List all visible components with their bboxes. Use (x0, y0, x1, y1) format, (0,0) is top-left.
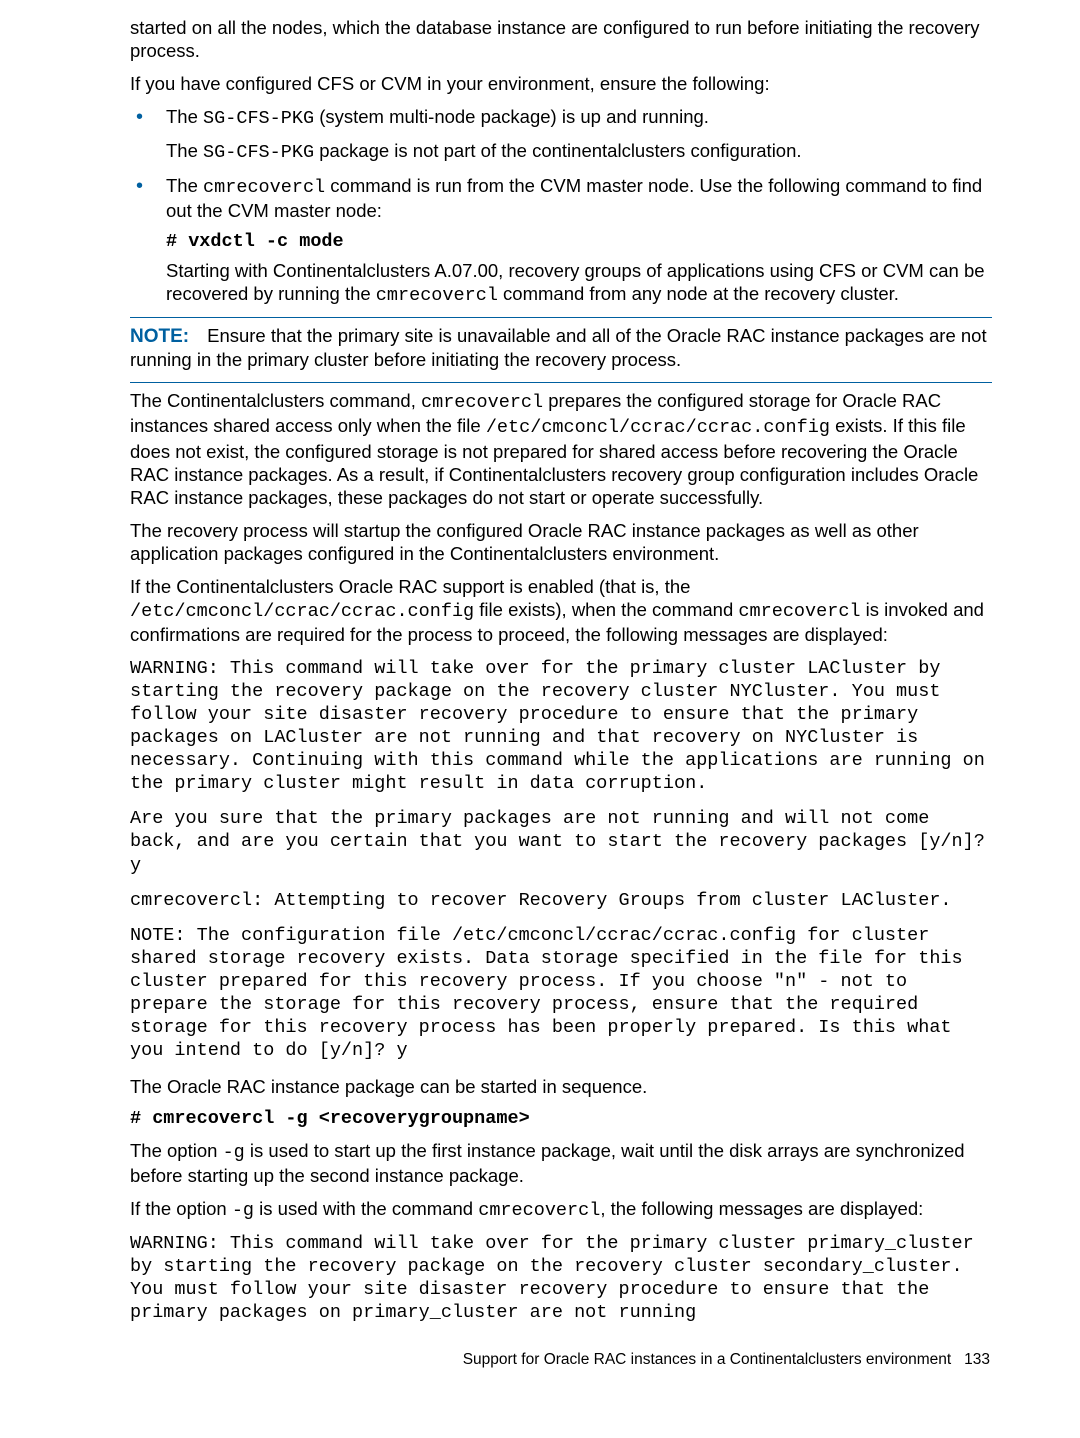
note-block: NOTE:Ensure that the primary site is una… (130, 324, 992, 372)
code-sg-cfs-pkg: SG-CFS-PKG (203, 108, 314, 129)
text: (system multi-node package) is up and ru… (314, 106, 709, 127)
text: is used with the command (254, 1198, 478, 1219)
intro-para-2: If you have configured CFS or CVM in you… (130, 72, 992, 95)
vxdctl-command: # vxdctl -c mode (166, 230, 992, 253)
page-footer: Support for Oracle RAC instances in a Co… (130, 1351, 992, 1369)
text: The (166, 140, 203, 161)
code-cmrecovercl: cmrecovercl (203, 177, 325, 198)
note-label: NOTE: (130, 326, 189, 347)
config-checks-list: The SG-CFS-PKG (system multi-node packag… (130, 105, 992, 307)
option-g-para: The option -g is used to start up the fi… (130, 1139, 992, 1187)
footer-text: Support for Oracle RAC instances in a Co… (463, 1351, 952, 1368)
code-config-path: /etc/cmconcl/ccrac/ccrac.config (130, 601, 474, 622)
bullet-cmrecovercl: The cmrecovercl command is run from the … (130, 174, 992, 308)
output-warning-1: WARNING: This command will take over for… (130, 657, 992, 796)
text: command from any node at the recovery cl… (498, 283, 899, 304)
code-g-option: -g (232, 1200, 254, 1221)
text: The (166, 175, 203, 196)
cmrecovercl-g-command: # cmrecovercl -g <recoverygroupname> (130, 1108, 992, 1129)
body-para-3: If the Continentalclusters Oracle RAC su… (130, 575, 992, 646)
body-para-1: The Continentalclusters command, cmrecov… (130, 389, 992, 509)
output-confirm-1: Are you sure that the primary packages a… (130, 807, 992, 876)
bullet-sg-cfs-pkg: The SG-CFS-PKG (system multi-node packag… (130, 105, 992, 163)
note-text: Ensure that the primary site is unavaila… (130, 325, 987, 370)
output-note: NOTE: The configuration file /etc/cmconc… (130, 924, 992, 1063)
intro-para-1: started on all the nodes, which the data… (130, 16, 992, 62)
code-g-option: -g (223, 1142, 245, 1163)
page-number: 133 (964, 1351, 990, 1368)
code-config-path: /etc/cmconcl/ccrac/ccrac.config (486, 417, 830, 438)
output-attempt: cmrecovercl: Attempting to recover Recov… (130, 889, 992, 912)
text: file exists), when the command (474, 599, 738, 620)
note-bottom-rule (130, 382, 992, 383)
code-cmrecovercl: cmrecovercl (376, 285, 498, 306)
text: If the Continentalclusters Oracle RAC su… (130, 576, 690, 597)
code-cmrecovercl: cmrecovercl (738, 601, 860, 622)
text: The (166, 106, 203, 127)
body-para-2: The recovery process will startup the co… (130, 519, 992, 565)
text: is used to start up the first instance p… (130, 1140, 965, 1186)
if-g-para: If the option -g is used with the comman… (130, 1197, 992, 1222)
text: The Continentalclusters command, (130, 390, 421, 411)
code-sg-cfs-pkg: SG-CFS-PKG (203, 142, 314, 163)
sequence-line: The Oracle RAC instance package can be s… (130, 1075, 992, 1098)
text: If the option (130, 1198, 232, 1219)
text: , the following messages are displayed: (600, 1198, 923, 1219)
text: The option (130, 1140, 223, 1161)
note-top-rule (130, 317, 992, 318)
text: package is not part of the continentalcl… (314, 140, 801, 161)
code-cmrecovercl: cmrecovercl (421, 392, 543, 413)
output-warning-2: WARNING: This command will take over for… (130, 1232, 992, 1325)
code-cmrecovercl: cmrecovercl (478, 1200, 600, 1221)
